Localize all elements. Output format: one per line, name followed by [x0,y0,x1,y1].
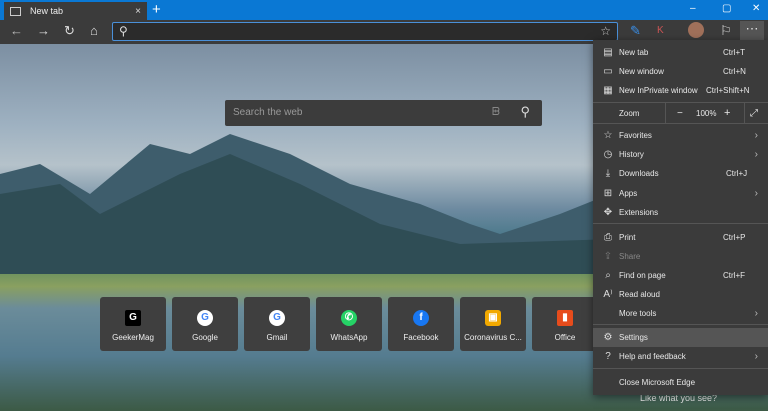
divider [593,368,768,369]
menu-favorites[interactable]: ☆ Favorites › [593,126,768,145]
tile-label: Google [192,333,218,342]
forward-icon[interactable]: → [37,23,50,38]
facebook-icon: f [413,310,429,326]
title-bar: New tab × + – ▢ ✕ [0,0,768,20]
read-aloud-icon: A⁾ [603,289,613,300]
coronavirus-icon: ▣ [485,310,501,326]
menu-new-window[interactable]: ▭ New window Ctrl+N [593,62,768,81]
chevron-right-icon: › [754,188,758,199]
menu-close-edge[interactable]: Close Microsoft Edge [593,373,768,392]
search-icon: ⚲ [119,24,128,38]
tile-label: GeekerMag [112,333,154,342]
extension-k-icon[interactable]: K [657,25,664,36]
back-icon[interactable]: ← [10,23,23,38]
tile-label: WhatsApp [330,333,368,342]
divider [593,324,768,325]
bing-icon: ᗸ [492,106,500,118]
new-tab-icon: ▤ [603,47,613,58]
tab-page-icon [10,6,21,16]
whatsapp-icon: ✆ [341,310,357,326]
favorites-icon: ☆ [603,130,613,141]
quick-link-tile[interactable]: ▣ Coronavirus C... [460,297,526,351]
minimize-button[interactable]: – [690,3,696,14]
quick-link-tile[interactable]: ✆ WhatsApp [316,297,382,351]
search-placeholder: Search the web [233,107,303,118]
new-tab-button[interactable]: + [152,1,161,18]
gmail-icon: G [269,310,285,326]
window-icon: ▭ [603,66,613,77]
home-icon[interactable]: ⌂ [90,23,98,38]
tile-label: Gmail [266,333,288,342]
avatar[interactable] [688,22,704,38]
quick-link-tile[interactable]: G GeekerMag [100,297,166,351]
menu-settings[interactable]: ⚙ Settings [593,328,768,347]
download-icon: ⤓ [605,168,611,179]
collections-icon[interactable]: ⚐ [720,23,732,39]
menu-apps[interactable]: ⊞ Apps › [593,184,768,203]
close-window-button[interactable]: ✕ [752,3,760,14]
refresh-icon[interactable]: ↻ [64,23,75,39]
menu-help[interactable]: ? Help and feedback › [593,347,768,366]
office-icon: ▮ [557,310,573,326]
history-icon: ◷ [603,149,613,160]
web-search-box[interactable]: Search the web ᗸ ⚲ [225,100,542,126]
share-icon: ⇪ [603,251,613,262]
divider [665,103,666,123]
zoom-out-button[interactable]: − [677,108,683,119]
settings-menu: ▤ New tab Ctrl+T ▭ New window Ctrl+N ▦ New In… [593,40,768,395]
tab-new-tab[interactable]: New tab × [4,2,147,20]
search-submit-icon[interactable]: ⚲ [520,104,530,120]
geekermag-icon: G [125,310,141,326]
zoom-value: 100% [696,108,717,118]
menu-share[interactable]: ⇪ Share [593,247,768,266]
tile-label: Office [554,333,576,342]
menu-history[interactable]: ◷ History › [593,145,768,164]
chevron-right-icon: › [754,130,758,141]
chevron-right-icon: › [754,308,758,319]
menu-more-tools[interactable]: More tools › [593,304,768,323]
address-bar[interactable]: ⚲ ☆ [112,22,618,41]
tile-label: Coronavirus C... [464,333,522,342]
menu-print[interactable]: ⎙ Print Ctrl+P [593,228,768,247]
menu-inprivate[interactable]: ▦ New InPrivate window Ctrl+Shift+N [593,81,768,100]
chevron-right-icon: › [754,149,758,160]
menu-downloads[interactable]: ⤓ Downloads Ctrl+J [593,164,768,183]
divider [593,123,768,124]
inprivate-icon: ▦ [603,85,613,96]
extensions-icon: ✥ [603,207,613,218]
quick-link-tile[interactable]: ▮ Office [532,297,598,351]
zoom-in-button[interactable]: + [724,107,730,119]
menu-new-tab[interactable]: ▤ New tab Ctrl+T [593,43,768,62]
menu-find-on-page[interactable]: ⌕ Find on page Ctrl+F [593,266,768,285]
help-icon: ? [605,351,611,362]
divider [744,103,745,123]
favorite-star-icon[interactable]: ☆ [600,24,611,38]
gear-icon: ⚙ [603,332,613,343]
fullscreen-icon[interactable]: ⤢ [750,108,758,119]
chevron-right-icon: › [754,351,758,362]
quick-link-tile[interactable]: f Facebook [388,297,454,351]
apps-icon: ⊞ [603,188,613,199]
extension-pen-icon[interactable]: ✎ [630,23,641,39]
tab-title: New tab [30,6,64,16]
print-icon: ⎙ [604,232,612,243]
menu-extensions[interactable]: ✥ Extensions [593,203,768,222]
quick-link-tile[interactable]: G Google [172,297,238,351]
restore-button[interactable]: ▢ [722,3,731,14]
menu-zoom: Zoom − 100% + ⤢ [593,103,768,123]
menu-read-aloud[interactable]: A⁾ Read aloud [593,285,768,304]
tile-label: Facebook [403,333,439,342]
tab-close-icon[interactable]: × [135,6,141,17]
divider [593,223,768,224]
quick-link-tile[interactable]: G Gmail [244,297,310,351]
find-icon: ⌕ [605,270,611,281]
google-icon: G [197,310,213,326]
